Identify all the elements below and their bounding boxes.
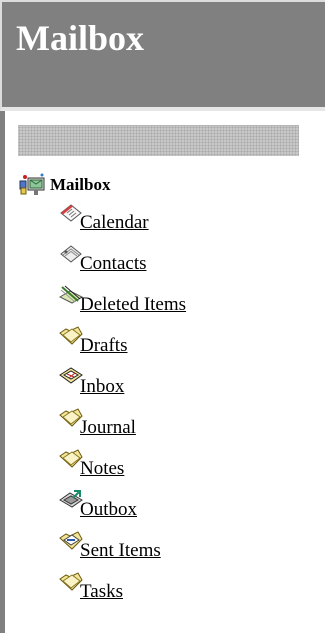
tree-root-label: Mailbox bbox=[50, 175, 111, 194]
folder-link-deleted-items[interactable]: Deleted Items bbox=[80, 293, 186, 317]
folder-link-calendar[interactable]: Calendar bbox=[80, 211, 149, 235]
page-title: Mailbox bbox=[16, 18, 145, 58]
frame-divider bbox=[0, 111, 7, 633]
folder-link-journal[interactable]: Journal bbox=[80, 416, 136, 440]
folder-item-inbox: Inbox bbox=[58, 365, 186, 406]
folder-link-notes[interactable]: Notes bbox=[80, 457, 124, 481]
folder-item-deleted-items: Deleted Items bbox=[58, 283, 186, 324]
folder-panel: Mailbox Calendar Contacts Deleted Items … bbox=[7, 111, 325, 633]
toolbar-strip bbox=[18, 125, 299, 156]
mailbox-header: Mailbox bbox=[0, 0, 325, 111]
folder-list: Calendar Contacts Deleted Items Drafts I… bbox=[58, 201, 186, 611]
folder-item-sent-items: Sent Items bbox=[58, 529, 186, 570]
folder-item-journal: Journal bbox=[58, 406, 186, 447]
folder-link-tasks[interactable]: Tasks bbox=[80, 580, 123, 604]
folder-link-contacts[interactable]: Contacts bbox=[80, 252, 147, 276]
folder-link-sent-items[interactable]: Sent Items bbox=[80, 539, 161, 563]
folder-item-calendar: Calendar bbox=[58, 201, 186, 242]
folder-link-inbox[interactable]: Inbox bbox=[80, 375, 124, 399]
folder-item-outbox: Outbox bbox=[58, 488, 186, 529]
folder-link-outbox[interactable]: Outbox bbox=[80, 498, 137, 522]
folder-item-notes: Notes bbox=[58, 447, 186, 488]
folder-item-contacts: Contacts bbox=[58, 242, 186, 283]
folder-item-drafts: Drafts bbox=[58, 324, 186, 365]
folder-item-tasks: Tasks bbox=[58, 570, 186, 611]
folder-link-drafts[interactable]: Drafts bbox=[80, 334, 127, 358]
mailbox-icon bbox=[18, 172, 48, 198]
tree-root-mailbox[interactable]: Mailbox bbox=[18, 171, 110, 199]
